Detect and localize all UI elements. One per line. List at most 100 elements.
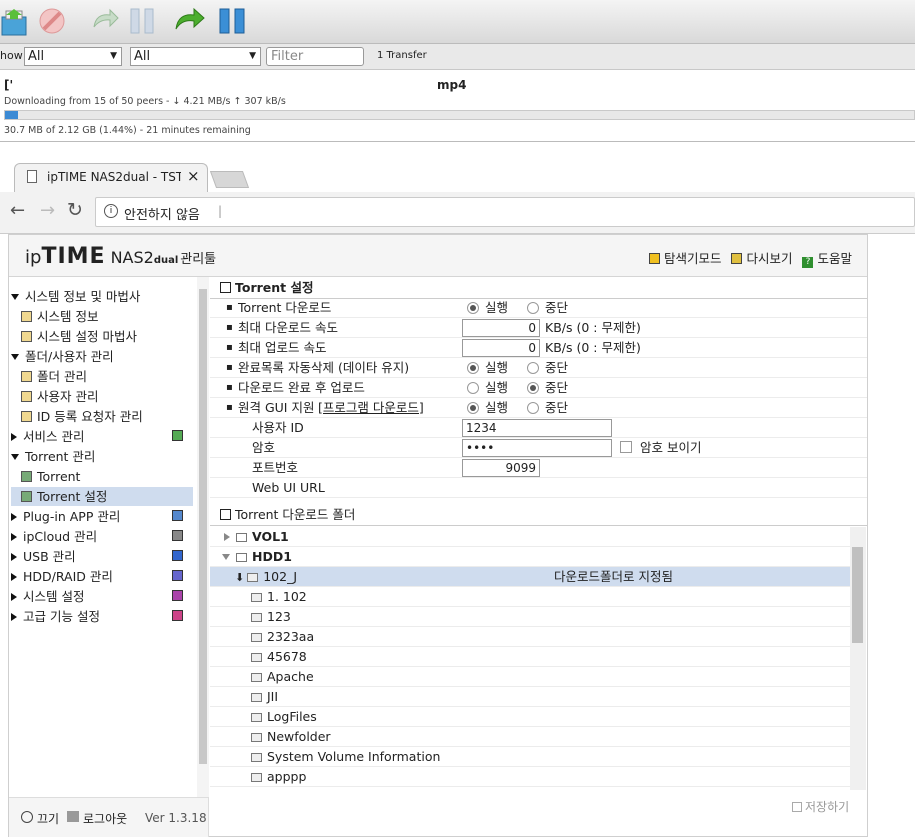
content-panel: Torrent 설정 ▪ Torrent 다운로드 실행 중단 ▪ 최대 다운로드 … (210, 277, 867, 837)
auto-delete-run-radio[interactable] (467, 362, 479, 374)
tree-node-hdd1[interactable]: HDD1 (210, 547, 850, 567)
upload-after-run-radio[interactable] (467, 382, 479, 394)
resume-icon[interactable] (88, 5, 120, 37)
sidebar-group-system[interactable]: 시스템 설정 (11, 587, 84, 606)
close-icon[interactable]: × (187, 167, 200, 185)
filter-bar: how All ▼ All ▼ Filter 1 Transfer (0, 44, 915, 70)
pause-all-icon[interactable] (216, 5, 248, 37)
program-download-link[interactable]: [프로그램 다운로드] (318, 398, 424, 418)
forward-icon[interactable]: → (40, 200, 55, 221)
sidebar-item-user[interactable]: 사용자 관리 (21, 387, 98, 406)
iptime-logo: ipTIME NAS2dual 관리툴 (25, 244, 217, 269)
address-separator: | (218, 204, 223, 218)
tree-node-folder[interactable]: JII (210, 687, 850, 707)
sidebar-item-id-request[interactable]: ID 등록 요청자 관리 (21, 407, 143, 426)
navigation-bar: ← → ↻ i 안전하지 않음 | (0, 192, 915, 234)
logout-button[interactable]: 로그아웃 (83, 810, 127, 827)
torrent-download-run-radio[interactable] (467, 302, 479, 314)
new-tab-button[interactable] (209, 171, 250, 188)
row-auto-delete: ▪ 완료목록 자동삭제 (데이타 유지) 실행 중단 (210, 358, 867, 378)
user-id-input[interactable]: 1234 (462, 419, 612, 437)
sidebar-item-torrent-settings[interactable]: Torrent 설정 (11, 487, 193, 506)
download-folder-note: 다운로드폴더로 지정됨 (554, 569, 673, 584)
explorer-icon (649, 253, 660, 264)
row-remote-gui: ▪ 원격 GUI 지원 [프로그램 다운로드] 실행 중단 (210, 398, 867, 418)
help-link[interactable]: 도움말 (817, 251, 852, 266)
sidebar-group-folder-user[interactable]: 폴더/사용자 관리 (11, 347, 114, 366)
sidebar-group-torrent[interactable]: Torrent 관리 (11, 447, 95, 466)
tree-node-folder[interactable]: 123 (210, 607, 850, 627)
save-icon (792, 802, 802, 812)
reload-icon[interactable]: ↻ (67, 199, 83, 221)
advanced-badge-icon (172, 610, 183, 621)
show-password-checkbox[interactable] (620, 441, 632, 453)
sidebar-group-system-info[interactable]: 시스템 정보 및 마법사 (11, 287, 140, 306)
pause-icon[interactable] (126, 5, 158, 37)
row-max-upload: ▪ 최대 업로드 속도 0 KB/s (0 : 무제한) (210, 338, 867, 358)
power-off-button[interactable]: 끄기 (37, 810, 59, 827)
system-badge-icon (172, 590, 183, 601)
sidebar-item-folder[interactable]: 폴더 관리 (21, 367, 87, 386)
save-button[interactable]: 저장하기 (792, 798, 849, 815)
tree-node-folder[interactable]: 45678 (210, 647, 850, 667)
filter-input[interactable]: Filter (266, 47, 364, 66)
torrent-download-stop-radio[interactable] (527, 302, 539, 314)
max-upload-input[interactable]: 0 (462, 339, 540, 357)
sidebar-group-advanced[interactable]: 고급 기능 설정 (11, 607, 100, 626)
remote-gui-stop-radio[interactable] (527, 402, 539, 414)
refresh-link[interactable]: 다시보기 (746, 251, 792, 266)
folder-scroll-thumb[interactable] (852, 547, 863, 643)
download-target-icon: ⬇ (235, 571, 245, 584)
service-badge-icon (172, 430, 183, 441)
tree-node-folder[interactable]: Newfolder (210, 727, 850, 747)
tree-node-folder[interactable]: 1. 102 (210, 587, 850, 607)
resume-all-icon[interactable] (174, 5, 206, 37)
max-download-input[interactable]: 0 (462, 319, 540, 337)
tree-node-folder[interactable]: apppp (210, 767, 850, 787)
back-icon[interactable]: ← (10, 200, 25, 221)
info-icon[interactable]: i (104, 204, 118, 218)
hdd-badge-icon (172, 570, 183, 581)
sidebar-scrollbar[interactable] (197, 277, 209, 797)
tab-strip: ipTIME NAS2dual - TSTE × (0, 148, 915, 192)
open-torrent-icon[interactable] (0, 5, 32, 37)
tree-node-102-j[interactable]: ⬇ 102_J 다운로드폴더로 지정됨 (210, 567, 850, 587)
remove-icon[interactable] (36, 5, 68, 37)
upload-after-stop-radio[interactable] (527, 382, 539, 394)
row-max-download: ▪ 최대 다운로드 속도 0 KB/s (0 : 무제한) (210, 318, 867, 338)
sidebar-group-ipcloud[interactable]: ipCloud 관리 (11, 527, 97, 546)
port-input[interactable]: 9099 (462, 459, 540, 477)
sidebar-group-plugin[interactable]: Plug-in APP 관리 (11, 507, 120, 526)
address-bar[interactable]: i 안전하지 않음 | (95, 197, 915, 227)
power-icon[interactable] (21, 811, 33, 823)
password-input[interactable]: •••• (462, 439, 612, 457)
tree-node-folder[interactable]: System Volume Information (210, 747, 850, 767)
remote-gui-run-radio[interactable] (467, 402, 479, 414)
security-status: 안전하지 않음 (124, 208, 200, 223)
sidebar-item-torrent[interactable]: Torrent (21, 467, 80, 486)
sidebar-item-system-info[interactable]: 시스템 정보 (21, 307, 98, 326)
folder-scrollbar[interactable] (850, 527, 866, 790)
tree-node-vol1[interactable]: VOL1 (210, 527, 850, 547)
tree-node-folder[interactable]: 2323aa (210, 627, 850, 647)
logout-icon[interactable] (67, 811, 79, 822)
admin-header: ipTIME NAS2dual 관리툴 탐색기모드 다시보기 ? 도움말 (9, 235, 867, 277)
progress-fill (5, 111, 19, 119)
sidebar-group-service[interactable]: 서비스 관리 (11, 427, 84, 446)
state-filter-select[interactable]: All ▼ (24, 47, 122, 66)
tree-node-folder[interactable]: Apache (210, 667, 850, 687)
transfer-count: 1 Transfer (377, 50, 427, 61)
sidebar-group-hdd[interactable]: HDD/RAID 관리 (11, 567, 113, 586)
cloud-badge-icon (172, 530, 183, 541)
peers-status: Downloading from 15 of 50 peers - ↓ 4.21… (4, 96, 286, 107)
sidebar-group-usb[interactable]: USB 관리 (11, 547, 76, 566)
explorer-mode-link[interactable]: 탐색기모드 (664, 251, 722, 266)
torrent-row[interactable]: [' mp4 Downloading from 15 of 50 peers -… (0, 70, 915, 142)
sidebar-scroll-thumb[interactable] (199, 289, 207, 764)
sidebar-item-wizard[interactable]: 시스템 설정 마법사 (21, 327, 137, 346)
tracker-filter-select[interactable]: All ▼ (130, 47, 261, 66)
progress-bar (4, 110, 915, 120)
browser-tab[interactable]: ipTIME NAS2dual - TSTE × (14, 163, 208, 192)
tree-node-folder[interactable]: LogFiles (210, 707, 850, 727)
auto-delete-stop-radio[interactable] (527, 362, 539, 374)
